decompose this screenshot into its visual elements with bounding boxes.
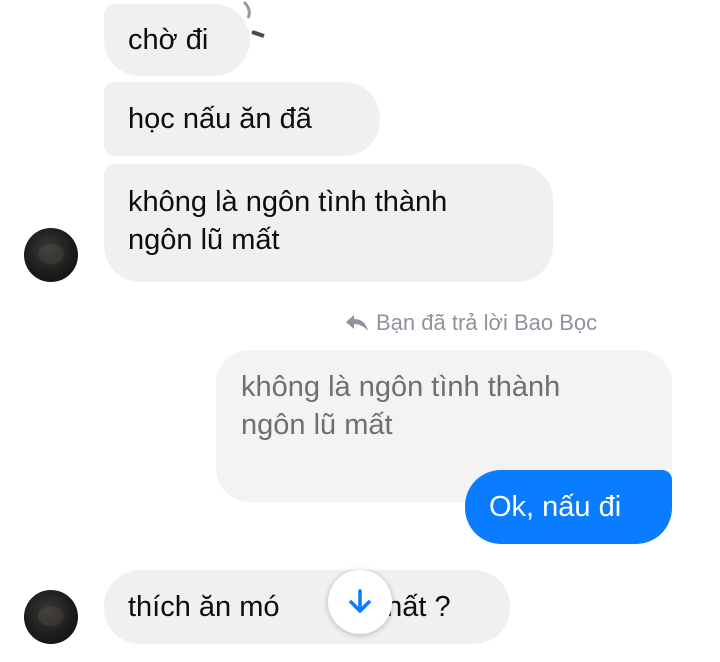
message-text: Ok, nấu đi	[489, 491, 622, 523]
message-bubble-incoming[interactable]: thích ăn mó nhất ?	[104, 570, 510, 644]
reply-note-text: Bạn đã trả lời Bao Bọc	[376, 310, 598, 335]
message-text-part: thích ăn mó	[128, 591, 280, 623]
message-bubble-incoming[interactable]: chờ đi	[104, 4, 250, 76]
message-bubble-outgoing[interactable]: Ok, nấu đi	[465, 470, 672, 544]
avatar[interactable]	[24, 590, 78, 644]
reply-note: Bạn đã trả lời Bao Bọc	[344, 308, 597, 338]
message-text: chờ đi	[128, 24, 209, 56]
avatar[interactable]	[24, 228, 78, 282]
quoted-text-line: không là ngôn tình thành	[241, 371, 561, 403]
message-text-line: ngôn lũ mất	[128, 224, 280, 256]
message-bubble-incoming[interactable]: không là ngôn tình thành ngôn lũ mất	[104, 164, 553, 282]
message-bubble-incoming[interactable]: học nấu ăn đã	[104, 82, 380, 156]
arrow-down-icon	[349, 589, 371, 613]
message-text-line: không là ngôn tình thành	[128, 186, 448, 218]
scroll-to-bottom-button[interactable]	[328, 570, 392, 634]
message-text: học nấu ăn đã	[128, 103, 312, 135]
reply-arrow-icon	[346, 315, 368, 331]
quoted-text-line: ngôn lũ mất	[241, 409, 393, 441]
